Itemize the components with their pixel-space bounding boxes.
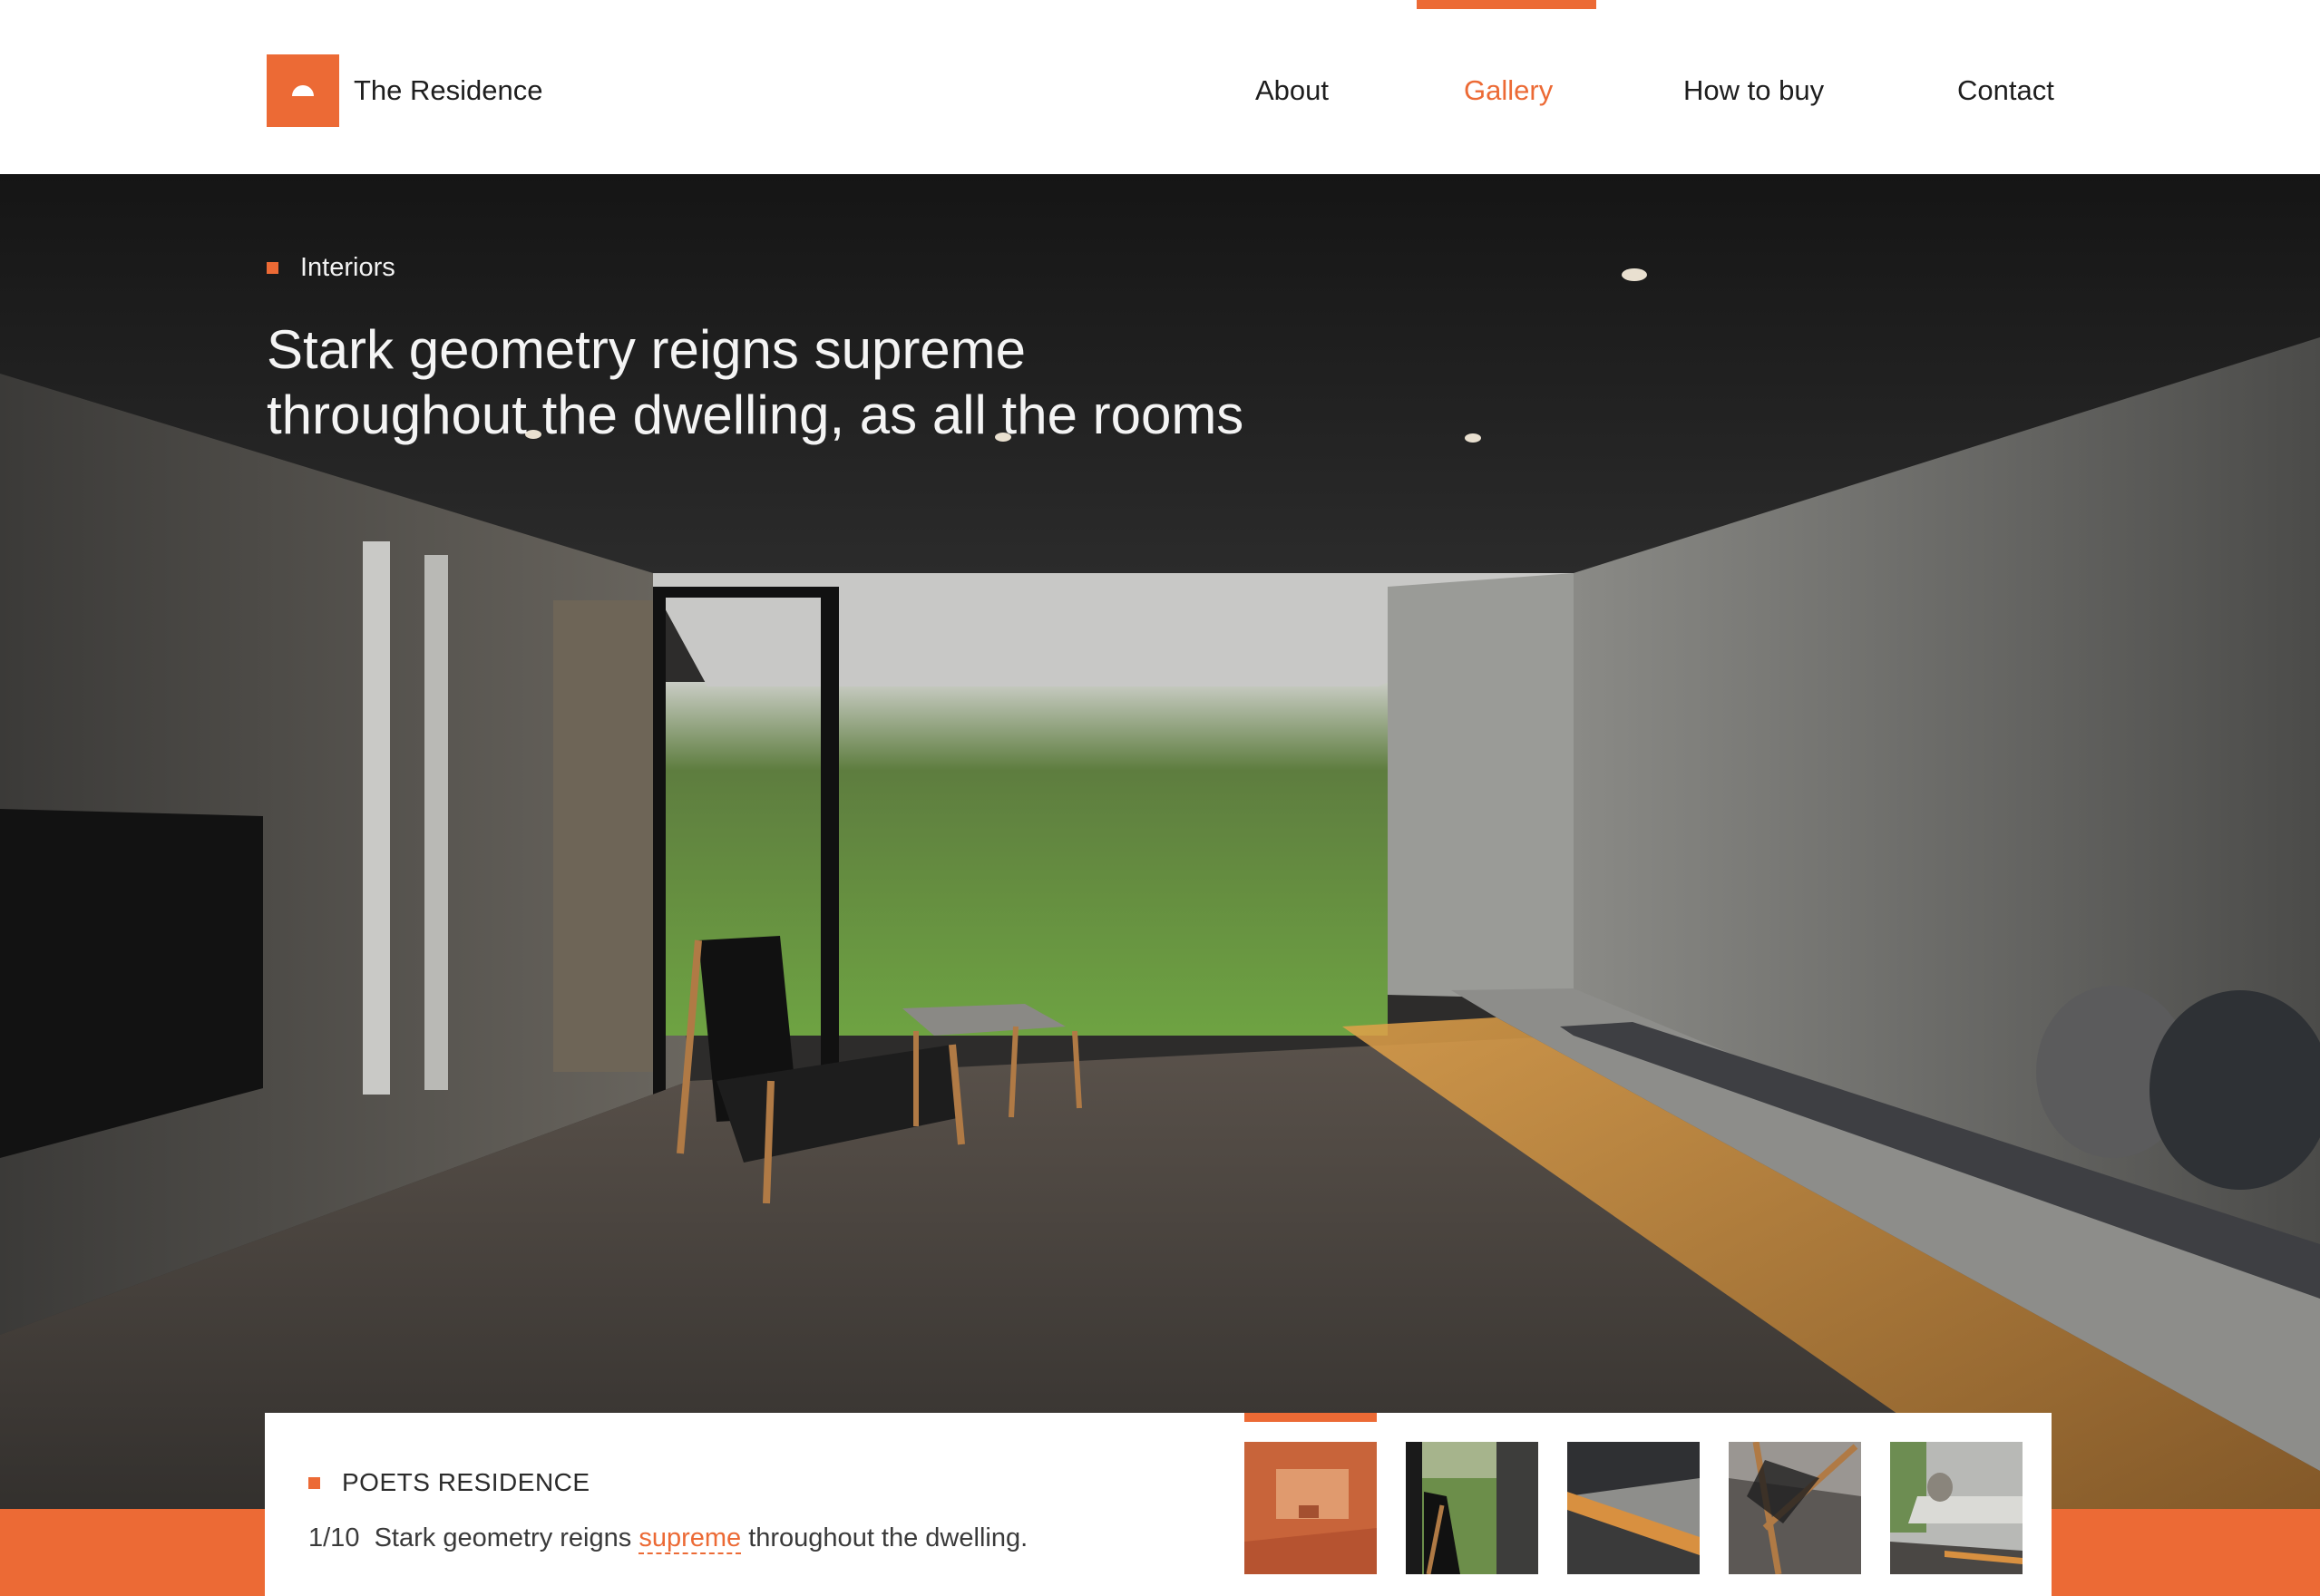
active-nav-indicator [1417,0,1596,9]
panel-title-text: POETS RESIDENCE [342,1468,590,1496]
thumbnail-5[interactable] [1890,1442,2023,1574]
thumbnail-2-image [1406,1442,1538,1574]
panel-title: POETS RESIDENCE [308,1467,590,1498]
thumbnail-3-image [1567,1442,1700,1574]
image-counter: 1/10 [308,1523,360,1552]
image-caption: 1/10 Stark geometry reigns supreme throu… [308,1522,1028,1554]
thumbnail-1-image [1244,1442,1377,1574]
site-header: The Residence About Gallery How to buy C… [0,0,2320,174]
caption-highlight-link[interactable]: supreme [638,1523,742,1554]
nav-contact[interactable]: Contact [1957,74,2054,107]
logo[interactable] [267,54,339,127]
thumbnail-5-image [1890,1442,2023,1574]
active-thumbnail-indicator [1244,1413,1377,1422]
hero-headline: Stark geometry reigns supreme throughout… [267,317,1446,448]
caption-text-end: throughout the dwelling. [748,1523,1028,1552]
hero-image: Interiors Stark geometry reigns supreme … [0,174,2320,1596]
square-bullet-icon [267,261,278,274]
caption-text-start: Stark geometry reigns [374,1523,632,1552]
category-text: Interiors [300,253,395,282]
gallery-info-panel: POETS RESIDENCE 1/10 Stark geometry reig… [265,1413,2052,1596]
half-circle-icon [292,85,314,96]
thumbnail-4-image [1729,1442,1861,1574]
thumbnail-4[interactable] [1729,1442,1861,1574]
thumbnail-2[interactable] [1406,1442,1538,1574]
nav-how-to-buy[interactable]: How to buy [1683,74,1824,107]
headline-line-2: throughout the dwelling, as all the room… [267,384,1244,445]
nav-about[interactable]: About [1255,74,1329,107]
square-bullet-icon [308,1476,320,1489]
thumbnail-1[interactable] [1244,1442,1377,1574]
thumbnail-3[interactable] [1567,1442,1700,1574]
nav-gallery[interactable]: Gallery [1464,74,1553,107]
headline-line-1: Stark geometry reigns supreme [267,319,1027,380]
category-label: Interiors [267,252,395,283]
brand-name[interactable]: The Residence [354,74,543,107]
